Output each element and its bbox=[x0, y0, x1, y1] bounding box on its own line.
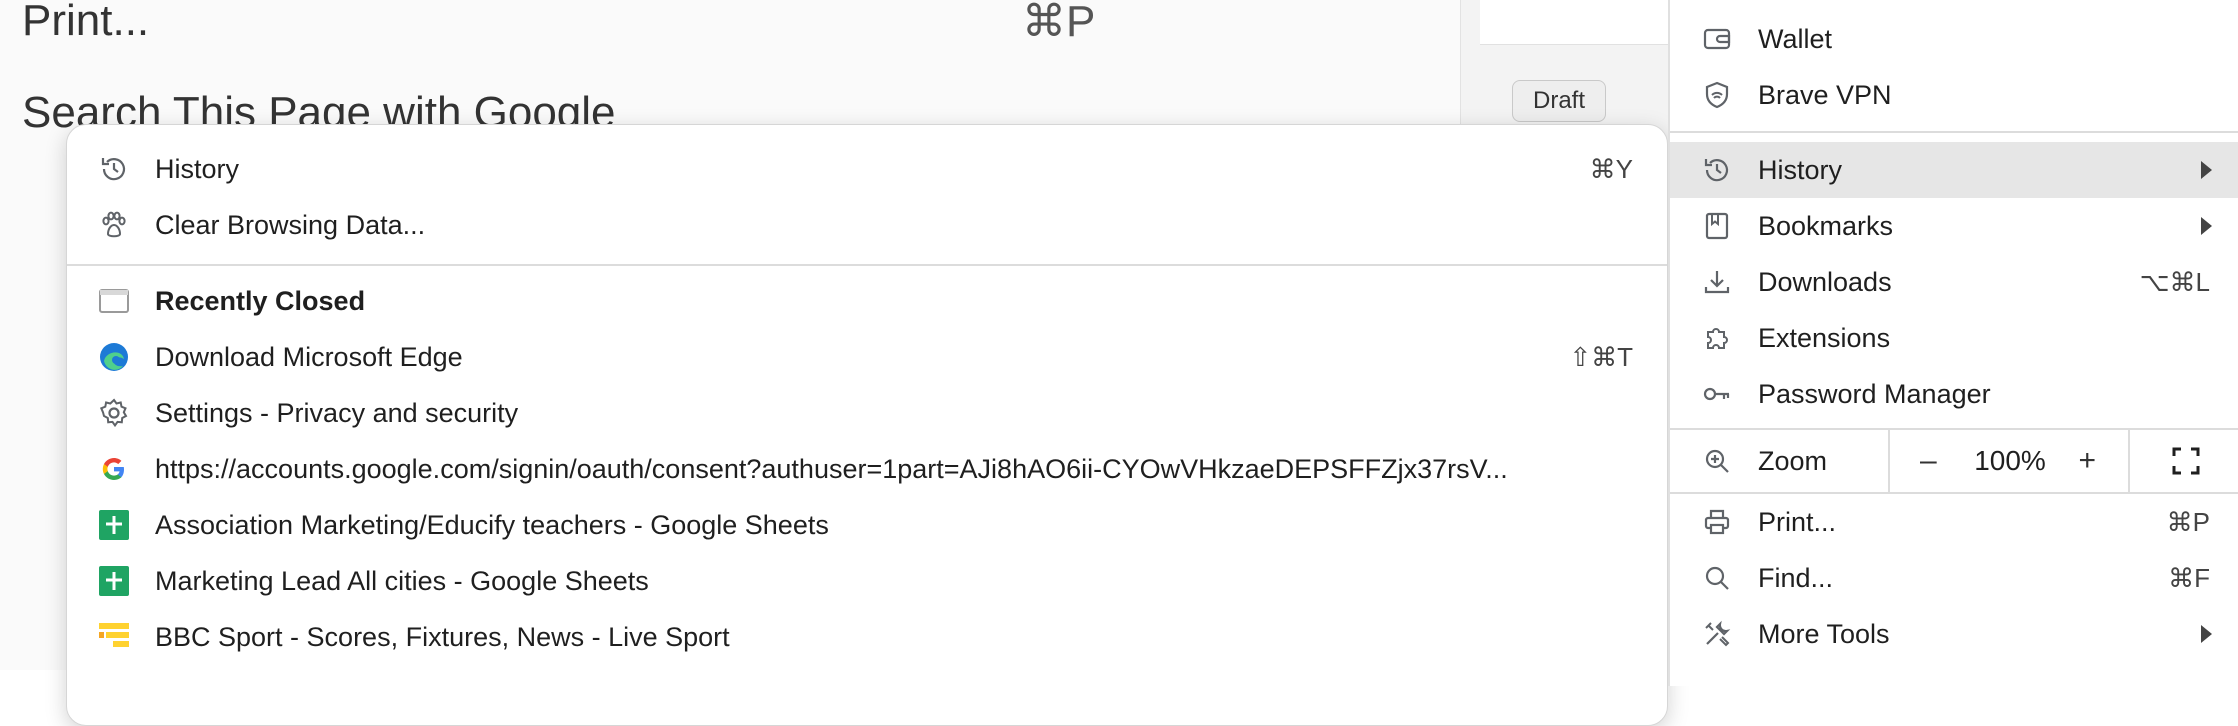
recently-closed-label: Association Marketing/Educify teachers -… bbox=[155, 509, 829, 540]
edge-icon bbox=[97, 340, 131, 374]
download-icon bbox=[1700, 265, 1734, 299]
recently-closed-item[interactable]: https://accounts.google.com/signin/oauth… bbox=[67, 441, 1667, 497]
background-card bbox=[1480, 0, 1692, 45]
history-icon bbox=[1700, 153, 1734, 187]
menu-item-label: Brave VPN bbox=[1758, 79, 1892, 110]
fullscreen-button[interactable] bbox=[2128, 430, 2238, 492]
submenu-divider bbox=[67, 264, 1667, 266]
submenu-item-history[interactable]: History ⌘Y bbox=[67, 141, 1667, 197]
submenu-arrow-icon bbox=[2201, 217, 2212, 235]
recently-closed-label: Marketing Lead All cities - Google Sheet… bbox=[155, 565, 649, 596]
recently-closed-item[interactable]: Settings - Privacy and security bbox=[67, 385, 1667, 441]
shortcut-label: ⌘Y bbox=[1589, 153, 1633, 184]
shortcut-label: ⌘F bbox=[2168, 562, 2210, 593]
menu-item-print[interactable]: Print... ⌘P bbox=[1670, 494, 2238, 550]
zoom-icon bbox=[1700, 444, 1734, 478]
menu-divider bbox=[1670, 131, 2238, 133]
puzzle-icon bbox=[1700, 321, 1734, 355]
printer-icon bbox=[1700, 505, 1734, 539]
menu-item-brave-vpn[interactable]: Brave VPN bbox=[1670, 67, 2238, 123]
paw-icon bbox=[97, 208, 131, 242]
zoom-level: 100% bbox=[1974, 445, 2046, 476]
menu-item-label: More Tools bbox=[1758, 618, 1890, 649]
menu-item-label: Wallet bbox=[1758, 23, 1833, 54]
submenu-item-clear-browsing-data[interactable]: Clear Browsing Data... bbox=[67, 197, 1667, 253]
menu-item-label: Print... bbox=[1758, 506, 1837, 537]
submenu-item-label: History bbox=[155, 153, 240, 184]
menu-item-label: History bbox=[1758, 154, 1843, 185]
shortcut-label: ⇧⌘T bbox=[1569, 341, 1633, 372]
shortcut-label: ⌘P bbox=[2166, 506, 2210, 537]
menu-item-bookmarks[interactable]: Bookmarks bbox=[1670, 198, 2238, 254]
menu-item-find[interactable]: Find... ⌘F bbox=[1670, 550, 2238, 606]
menu-item-label: Zoom bbox=[1758, 445, 1828, 476]
recently-closed-heading: Recently Closed bbox=[67, 273, 1667, 329]
zoom-controls: – 100% + bbox=[1888, 430, 2130, 492]
recently-closed-label: Recently Closed bbox=[155, 285, 366, 316]
background-print-label: Print... bbox=[22, 0, 150, 45]
menu-item-downloads[interactable]: Downloads ⌥⌘L bbox=[1670, 254, 2238, 310]
key-icon bbox=[1700, 377, 1734, 411]
recently-closed-label: Download Microsoft Edge bbox=[155, 341, 463, 372]
menu-item-extensions[interactable]: Extensions bbox=[1670, 310, 2238, 366]
browser-main-menu: Wallet Brave VPN History Bookmarks Downl… bbox=[1668, 0, 2238, 686]
menu-item-zoom: Zoom – 100% + bbox=[1670, 430, 2238, 492]
recently-closed-item[interactable]: BBC Sport - Scores, Fixtures, News - Liv… bbox=[67, 609, 1667, 665]
fullscreen-icon bbox=[2172, 447, 2200, 475]
shortcut-label: ⌥⌘L bbox=[2139, 266, 2210, 297]
bbc-sport-icon bbox=[97, 620, 131, 654]
window-icon bbox=[97, 284, 131, 318]
gear-icon bbox=[97, 396, 131, 430]
recently-closed-item[interactable]: Marketing Lead All cities - Google Sheet… bbox=[67, 553, 1667, 609]
zoom-in-button[interactable]: + bbox=[2078, 444, 2096, 478]
recently-closed-label: https://accounts.google.com/signin/oauth… bbox=[155, 453, 1508, 484]
zoom-out-button[interactable]: – bbox=[1920, 444, 1937, 478]
recently-closed-item[interactable]: Download Microsoft Edge ⇧⌘T bbox=[67, 329, 1667, 385]
submenu-arrow-icon bbox=[2201, 161, 2212, 179]
google-icon bbox=[97, 452, 131, 486]
wallet-icon bbox=[1700, 22, 1734, 56]
find-icon bbox=[1700, 561, 1734, 595]
draft-badge: Draft bbox=[1512, 80, 1607, 122]
submenu-arrow-icon bbox=[2201, 625, 2212, 643]
menu-item-label: Find... bbox=[1758, 562, 1834, 593]
menu-item-more-tools[interactable]: More Tools bbox=[1670, 606, 2238, 662]
history-icon bbox=[97, 152, 131, 186]
menu-item-password-manager[interactable]: Password Manager bbox=[1670, 366, 2238, 422]
history-submenu: History ⌘Y Clear Browsing Data... Recent… bbox=[66, 124, 1668, 726]
recently-closed-label: Settings - Privacy and security bbox=[155, 397, 519, 428]
background-print-shortcut: ⌘P bbox=[1022, 0, 1096, 46]
recently-closed-item[interactable]: Association Marketing/Educify teachers -… bbox=[67, 497, 1667, 553]
menu-item-label: Downloads bbox=[1758, 266, 1892, 297]
recently-closed-label: BBC Sport - Scores, Fixtures, News - Liv… bbox=[155, 621, 730, 652]
vpn-shield-icon bbox=[1700, 78, 1734, 112]
sheets-icon bbox=[97, 508, 131, 542]
tools-icon bbox=[1700, 617, 1734, 651]
menu-item-label: Bookmarks bbox=[1758, 210, 1894, 241]
menu-item-history[interactable]: History bbox=[1670, 142, 2238, 198]
menu-item-wallet[interactable]: Wallet bbox=[1670, 11, 2238, 67]
menu-item-label: Password Manager bbox=[1758, 378, 1991, 409]
bookmark-icon bbox=[1700, 209, 1734, 243]
sheets-icon bbox=[97, 564, 131, 598]
submenu-item-label: Clear Browsing Data... bbox=[155, 209, 426, 240]
menu-item-label: Extensions bbox=[1758, 322, 1891, 353]
